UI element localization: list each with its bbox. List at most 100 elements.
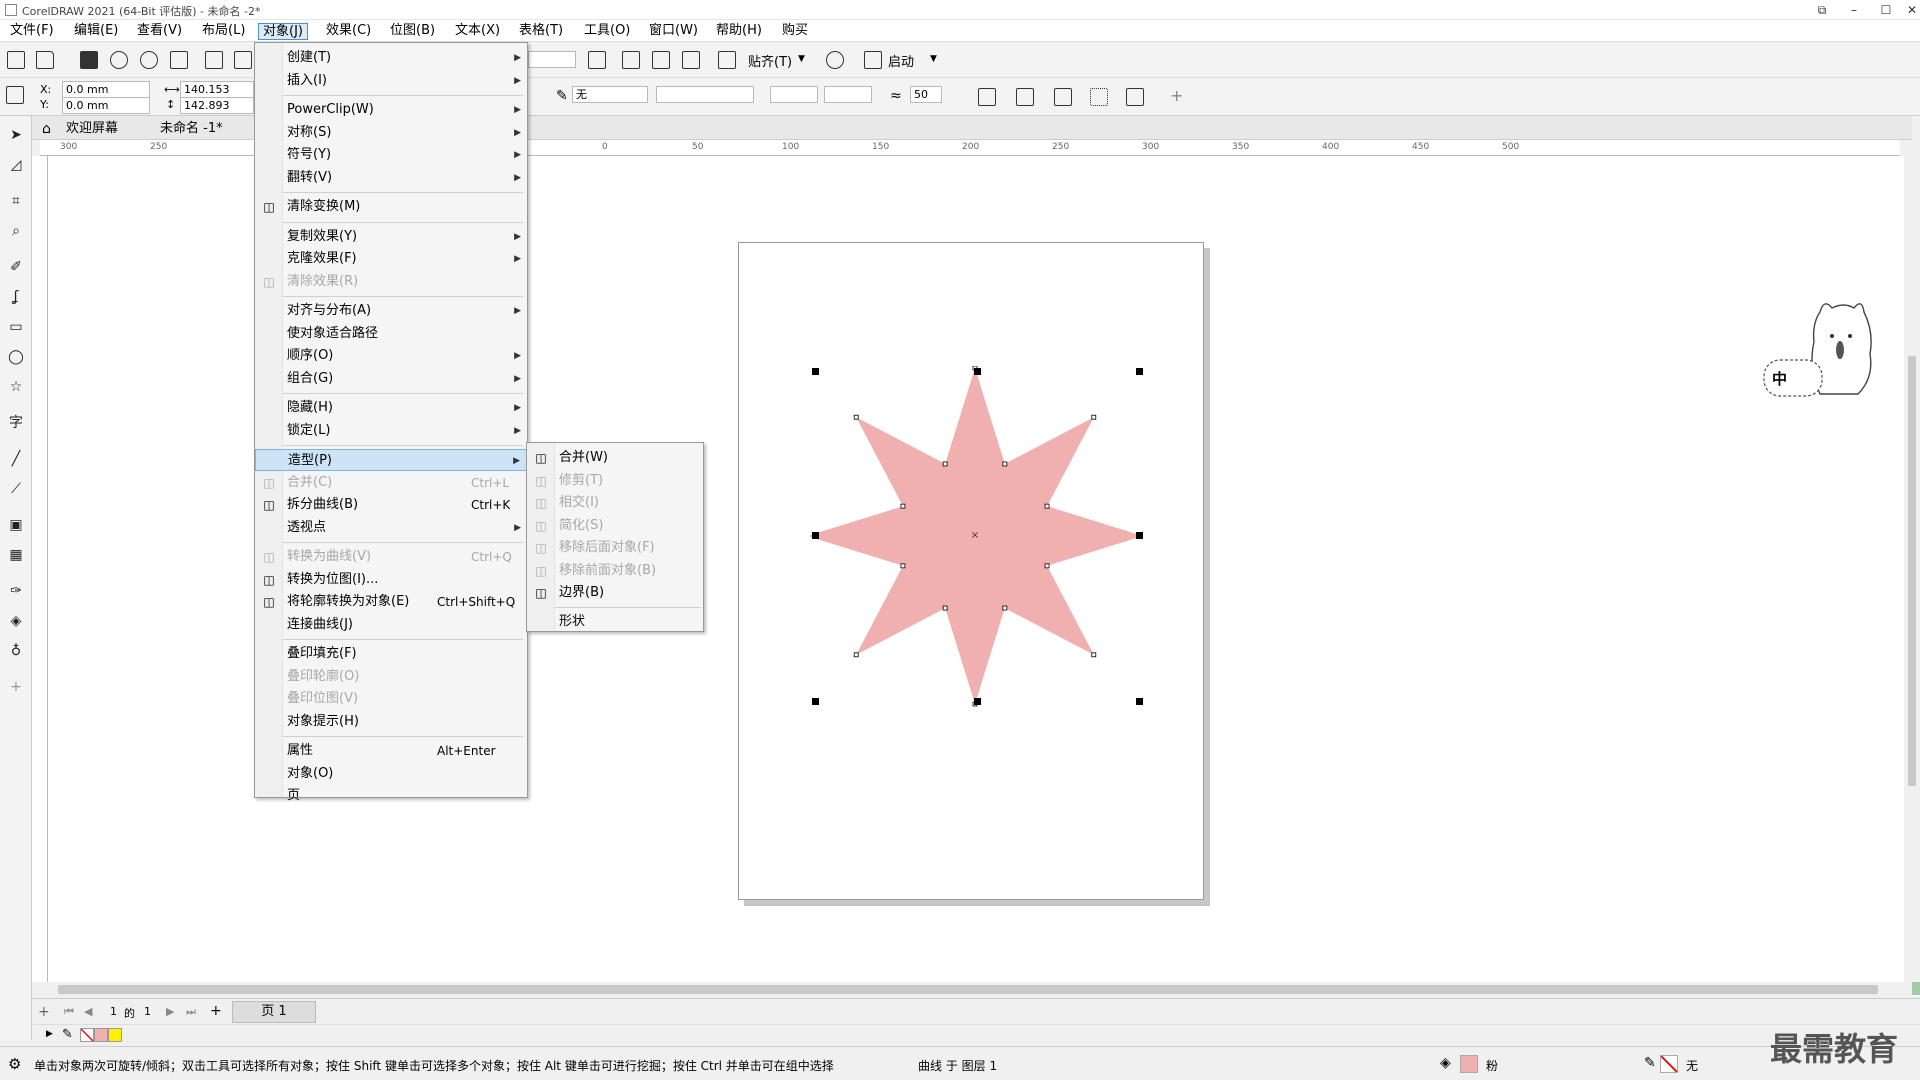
object-menu-item[interactable]: 属性 Alt+Enter xyxy=(255,740,527,762)
vertical-ruler[interactable] xyxy=(32,156,48,982)
yellow-swatch[interactable] xyxy=(108,1028,122,1042)
menu-window[interactable]: 窗口(W) xyxy=(645,23,702,40)
shaping-menu-item[interactable]: ◫ 边界(B) xyxy=(527,582,703,604)
star-node[interactable] xyxy=(900,563,906,569)
cloud-import-icon[interactable] xyxy=(110,51,128,69)
zoom-level-field[interactable] xyxy=(528,51,576,68)
menu-buy[interactable]: 购买 xyxy=(778,23,812,40)
menu-table[interactable]: 表格(T) xyxy=(515,23,567,40)
object-menu-item[interactable]: 使对象适合路径 xyxy=(255,323,527,345)
star-node[interactable] xyxy=(853,414,859,420)
y-position-field[interactable]: 0.0 mm xyxy=(62,97,150,114)
start-arrow-dropdown[interactable] xyxy=(770,86,818,103)
object-menu-item[interactable]: ◫ 清除变换(M) xyxy=(255,196,527,218)
fill-bucket-icon[interactable]: ◈ xyxy=(1440,1055,1451,1071)
close-curve-icon[interactable] xyxy=(978,88,996,106)
object-menu-item[interactable]: 复制效果(Y) ▶ xyxy=(255,226,527,248)
object-menu-item[interactable]: ◫ 合并(C) Ctrl+L xyxy=(255,472,527,494)
crop-tool-icon[interactable]: ⌗ xyxy=(7,192,25,210)
shape-tool-icon[interactable]: ◿ xyxy=(7,156,25,174)
status-outline-pen-icon[interactable]: ✎ xyxy=(1644,1055,1656,1071)
star-node[interactable] xyxy=(853,652,859,658)
object-menu-item[interactable]: 叠印填充(F) xyxy=(255,643,527,665)
selection-handle-r[interactable] xyxy=(1136,532,1143,539)
outline-pen-icon[interactable]: ✎ xyxy=(556,88,568,104)
menu-edit[interactable]: 编辑(E) xyxy=(70,23,122,40)
selection-handle-bl[interactable] xyxy=(812,698,819,705)
polygon-tool-icon[interactable]: ☆ xyxy=(7,378,25,396)
selection-handle-b[interactable] xyxy=(974,698,981,705)
show-grid-icon[interactable] xyxy=(652,51,670,69)
launch-icon[interactable] xyxy=(864,51,882,69)
selection-handle-t[interactable] xyxy=(974,368,981,375)
connector-tool-icon[interactable]: ⟋ xyxy=(7,480,25,498)
star-node[interactable] xyxy=(1002,461,1008,467)
star-node[interactable] xyxy=(1091,414,1097,420)
print-icon[interactable] xyxy=(170,51,188,69)
add-tool-icon[interactable]: + xyxy=(7,678,25,696)
end-arrow-dropdown[interactable] xyxy=(824,86,872,103)
object-menu-item[interactable]: 叠印位图(V) xyxy=(255,688,527,710)
horizontal-scroll-thumb[interactable] xyxy=(58,985,1878,994)
object-menu-item[interactable]: 对齐与分布(A) ▶ xyxy=(255,300,527,322)
star-node[interactable] xyxy=(900,503,906,509)
import-icon[interactable] xyxy=(205,51,223,69)
open-folder-icon[interactable] xyxy=(36,51,54,69)
menu-file[interactable]: 文件(F) xyxy=(6,23,58,40)
first-page-icon[interactable]: ⏮ xyxy=(64,1005,74,1019)
menu-bitmaps[interactable]: 位图(B) xyxy=(386,23,439,40)
add-icon[interactable]: + xyxy=(1170,86,1183,105)
menu-tools[interactable]: 工具(O) xyxy=(580,23,634,40)
quick-trace-icon[interactable] xyxy=(1090,88,1108,106)
shaping-menu-item[interactable]: 形状 xyxy=(527,611,703,633)
line-style-dropdown[interactable] xyxy=(656,86,754,103)
object-menu-item[interactable]: ◫ 清除效果(R) xyxy=(255,271,527,293)
menu-layout[interactable]: 布局(L) xyxy=(198,23,249,40)
no-color-swatch[interactable] xyxy=(80,1028,94,1042)
object-menu-item[interactable]: 对象提示(H) xyxy=(255,711,527,733)
object-menu-item[interactable]: 克隆效果(F) ▶ xyxy=(255,248,527,270)
wrap-text-icon[interactable] xyxy=(1016,88,1034,106)
selection-handle-l[interactable] xyxy=(812,532,819,539)
menu-object[interactable]: 对象(J) xyxy=(258,23,308,40)
object-menu-item[interactable]: ◫ 将轮廓转换为对象(E) Ctrl+Shift+Q xyxy=(255,591,527,613)
object-menu-item[interactable]: 页 xyxy=(255,785,527,807)
object-menu-item[interactable]: 插入(I) ▶ xyxy=(255,70,527,92)
zoom-tool-icon[interactable]: ⌕ xyxy=(7,222,25,240)
shaping-menu-item[interactable]: ◫ 移除前面对象(B) xyxy=(527,560,703,582)
smart-fill-icon[interactable]: ♁ xyxy=(7,642,25,660)
cloud-export-icon[interactable] xyxy=(140,51,158,69)
menu-view[interactable]: 查看(V) xyxy=(133,23,186,40)
show-rulers-icon[interactable] xyxy=(622,51,640,69)
rectangle-tool-icon[interactable]: ▭ xyxy=(7,318,25,336)
object-menu-item[interactable]: 顺序(O) ▶ xyxy=(255,345,527,367)
node-tool-icon[interactable] xyxy=(1126,88,1144,106)
shaping-menu-item[interactable]: ◫ 移除后面对象(F) xyxy=(527,537,703,559)
shaping-menu-item[interactable]: ◫ 合并(W) xyxy=(527,447,703,469)
save-icon[interactable] xyxy=(80,51,98,69)
shaping-menu-item[interactable]: ◫ 修剪(T) xyxy=(527,470,703,492)
smoothing-field[interactable]: 50 xyxy=(910,86,942,103)
object-menu-item[interactable]: ◫ 转换为曲线(V) Ctrl+Q xyxy=(255,546,527,568)
tab-welcome[interactable]: 欢迎屏幕 xyxy=(56,119,128,139)
palette-eyedropper-icon[interactable]: ✎ xyxy=(62,1027,73,1042)
object-menu-item[interactable]: 连接曲线(J) xyxy=(255,614,527,636)
interactive-fill-icon[interactable]: ◈ xyxy=(7,612,25,630)
snap-chevron-down-icon[interactable]: ▼ xyxy=(798,54,805,64)
restore-panel-icon[interactable]: ⧉ xyxy=(1814,2,1830,18)
status-outline-swatch[interactable] xyxy=(1660,1055,1678,1073)
horizontal-scrollbar[interactable] xyxy=(48,982,1904,998)
full-screen-icon[interactable] xyxy=(588,51,606,69)
snap-off-icon[interactable] xyxy=(718,51,736,69)
x-position-field[interactable]: 0.0 mm xyxy=(62,81,150,98)
menu-text[interactable]: 文本(X) xyxy=(451,23,504,40)
object-menu-item[interactable]: 对称(S) ▶ xyxy=(255,122,527,144)
prev-page-icon[interactable]: ◀ xyxy=(84,1005,92,1018)
shaping-menu-item[interactable]: ◫ 相交(I) xyxy=(527,492,703,514)
vertical-scrollbar[interactable] xyxy=(1904,156,1920,982)
parallel-dimension-icon[interactable]: ╱ xyxy=(7,450,25,468)
export-icon[interactable] xyxy=(234,51,252,69)
maximize-button[interactable]: ☐ xyxy=(1878,2,1894,18)
pick-tool-icon[interactable]: ➤ xyxy=(7,126,25,144)
object-menu-item[interactable]: 翻转(V) ▶ xyxy=(255,167,527,189)
